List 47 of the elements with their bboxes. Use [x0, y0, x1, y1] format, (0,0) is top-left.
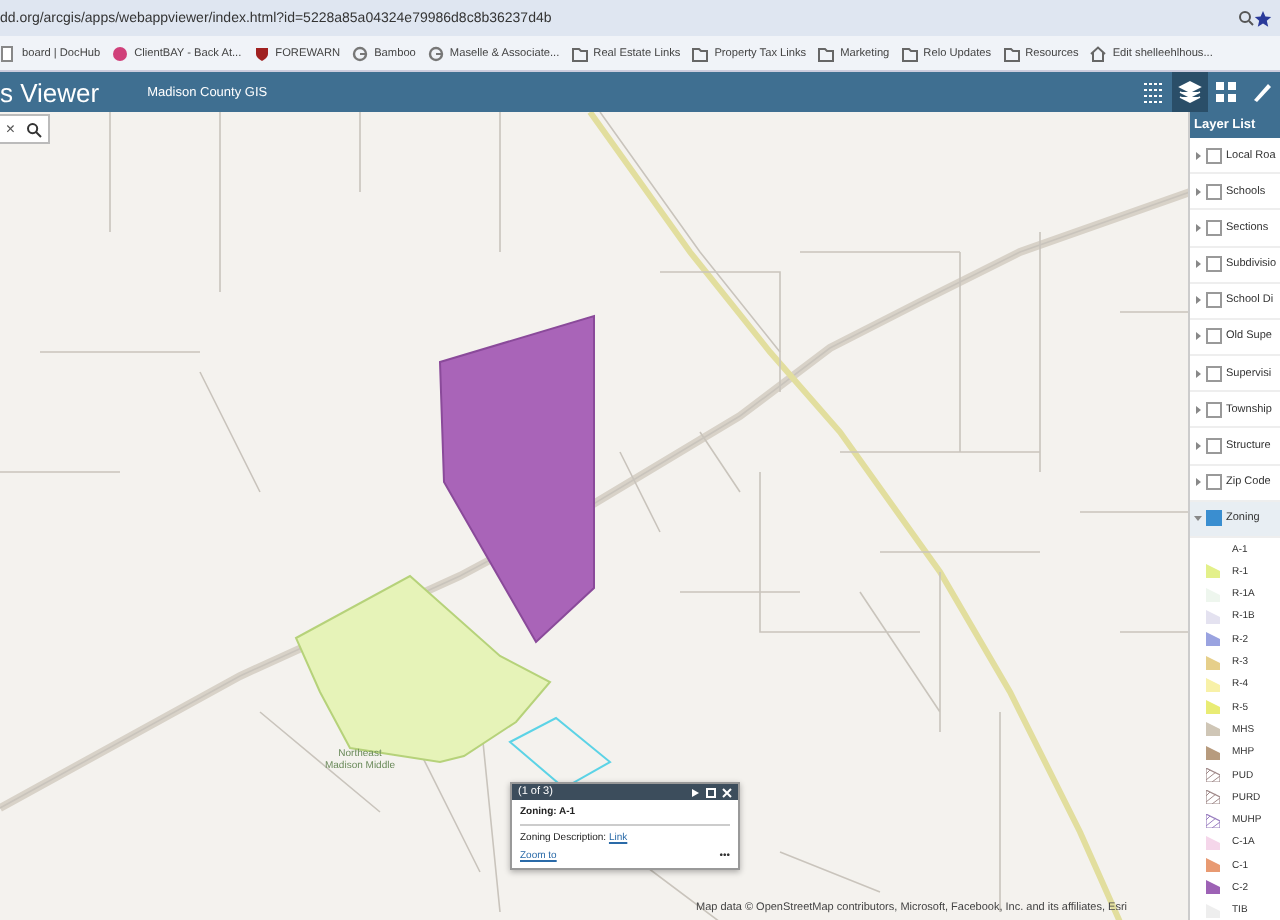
expand-arrow-icon[interactable] [1194, 441, 1202, 450]
search-icon[interactable] [26, 121, 43, 137]
expand-arrow-icon[interactable] [1194, 514, 1202, 523]
folder-icon [901, 45, 918, 61]
grid-icon [1214, 80, 1238, 104]
next-icon[interactable] [690, 787, 700, 797]
expand-arrow-icon[interactable] [1194, 369, 1202, 378]
clear-button[interactable]: × [5, 120, 15, 138]
maximize-icon[interactable] [706, 787, 716, 797]
layer-checkbox[interactable] [1206, 437, 1222, 454]
g-logo-icon [352, 45, 369, 61]
close-icon[interactable] [722, 787, 732, 797]
expand-arrow-icon[interactable] [1194, 296, 1202, 305]
layers-icon [1178, 80, 1202, 104]
home-icon [1090, 45, 1107, 61]
folder-icon [818, 45, 835, 61]
star-icon[interactable] [1254, 9, 1272, 27]
expand-arrow-icon[interactable] [1194, 405, 1202, 414]
folder-icon [1003, 45, 1020, 61]
expand-arrow-icon[interactable] [1194, 223, 1202, 232]
page-icon [0, 45, 16, 61]
layer-checkbox[interactable] [1206, 401, 1222, 418]
expand-arrow-icon[interactable] [1194, 478, 1202, 487]
app-title: s Viewer [0, 77, 102, 107]
expand-arrow-icon[interactable] [1194, 260, 1202, 269]
pen-icon [1250, 80, 1274, 104]
layer-checkbox[interactable] [1206, 147, 1222, 164]
expand-arrow-icon[interactable] [1194, 332, 1202, 341]
layer-checkbox[interactable] [1206, 256, 1222, 273]
layer-checkbox[interactable] [1206, 328, 1222, 345]
layer-checkbox[interactable] [1206, 219, 1222, 236]
layer-checkbox[interactable] [1206, 292, 1222, 309]
shield-icon [253, 45, 270, 61]
folder-icon [571, 45, 588, 61]
g-logo-icon [427, 45, 444, 61]
layer-checkbox[interactable] [1206, 183, 1222, 200]
toolbar-button[interactable] [1172, 72, 1208, 112]
list-icon [1142, 80, 1166, 104]
search-field[interactable]: × [0, 114, 50, 144]
search-icon[interactable] [1238, 10, 1254, 26]
layer-checkbox[interactable] [1206, 510, 1222, 527]
expand-arrow-icon[interactable] [1194, 187, 1202, 196]
folder-icon [692, 45, 709, 61]
layer-checkbox[interactable] [1206, 365, 1222, 382]
circle-icon [112, 45, 129, 61]
expand-arrow-icon[interactable] [1194, 151, 1202, 160]
layer-checkbox[interactable] [1206, 474, 1222, 491]
